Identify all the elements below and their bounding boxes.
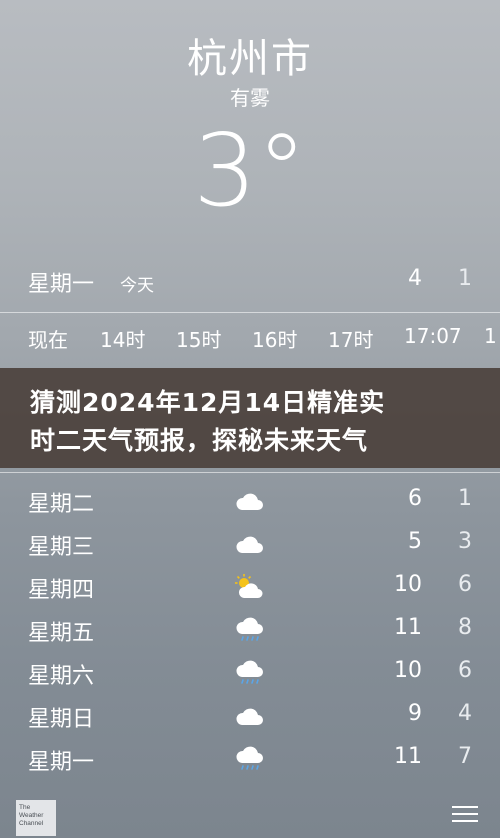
hour-label: 1 bbox=[484, 324, 497, 348]
daily-row: 星期四 10 6 bbox=[0, 564, 500, 607]
logo-text: The bbox=[19, 804, 31, 811]
daily-forecast: 星期二 6 1 星期三 5 3 星期四 10 6 星期五 11 8 星期六 10 6 星期日 9 4 星期一 11 7 bbox=[0, 478, 500, 779]
logo-text: Channel bbox=[19, 820, 44, 827]
daily-high: 11 bbox=[394, 615, 422, 640]
weather-condition: 有雾 bbox=[230, 86, 270, 110]
daily-row: 星期一 11 7 bbox=[0, 736, 500, 779]
daily-row: 星期五 11 8 bbox=[0, 607, 500, 650]
divider-bottom bbox=[0, 472, 500, 473]
hour-label-now: 现在 bbox=[28, 328, 68, 352]
weather-channel-logo[interactable]: The Weather Channel bbox=[16, 800, 56, 836]
daily-low: 3 bbox=[458, 529, 472, 554]
cloud-icon bbox=[234, 531, 266, 557]
daily-high: 6 bbox=[408, 486, 422, 511]
daily-low: 1 bbox=[458, 486, 472, 511]
current-temperature: 3° bbox=[193, 112, 307, 229]
rain-cloud-icon bbox=[234, 746, 266, 772]
daily-high: 9 bbox=[408, 701, 422, 726]
daily-day: 星期三 bbox=[28, 535, 95, 560]
city-name: 杭州市 bbox=[187, 36, 313, 82]
daily-row: 星期六 10 6 bbox=[0, 650, 500, 693]
hour-label: 17:07 bbox=[404, 324, 462, 348]
daily-low: 4 bbox=[458, 701, 472, 726]
daily-high: 11 bbox=[394, 744, 422, 769]
divider-top bbox=[0, 312, 500, 313]
today-row: 星期一 今天 4 1 bbox=[0, 262, 500, 300]
daily-high: 10 bbox=[394, 658, 422, 683]
daily-row: 星期日 9 4 bbox=[0, 693, 500, 736]
list-menu-icon[interactable] bbox=[452, 806, 478, 824]
daily-row: 星期二 6 1 bbox=[0, 478, 500, 521]
today-low: 1 bbox=[458, 266, 472, 291]
today-tag: 今天 bbox=[120, 276, 154, 296]
daily-day: 星期六 bbox=[28, 664, 95, 689]
daily-high: 10 bbox=[394, 572, 422, 597]
today-day: 星期一 bbox=[28, 272, 95, 297]
headline-line-1: 猜测2024年12月14日精准实 bbox=[30, 388, 386, 417]
logo-text: Weather bbox=[19, 812, 44, 819]
daily-high: 5 bbox=[408, 529, 422, 554]
rain-cloud-icon bbox=[234, 660, 266, 686]
headline-line-2: 时二天气预报，探秘未来天气 bbox=[30, 426, 369, 455]
hour-label: 17时 bbox=[328, 328, 374, 352]
headline-banner: 猜测2024年12月14日精准实 时二天气预报，探秘未来天气 bbox=[0, 368, 500, 468]
daily-day: 星期四 bbox=[28, 578, 95, 603]
today-high: 4 bbox=[408, 266, 422, 291]
hour-label: 16时 bbox=[252, 328, 298, 352]
daily-day: 星期日 bbox=[28, 707, 95, 732]
hour-label: 15时 bbox=[176, 328, 222, 352]
rain-cloud-icon bbox=[234, 617, 266, 643]
hour-label: 14时 bbox=[100, 328, 146, 352]
daily-low: 7 bbox=[458, 744, 472, 769]
cloud-icon bbox=[234, 703, 266, 729]
daily-day: 星期一 bbox=[28, 750, 95, 775]
daily-low: 6 bbox=[458, 572, 472, 597]
daily-low: 6 bbox=[458, 658, 472, 683]
partly-sunny-icon bbox=[234, 574, 266, 600]
daily-day: 星期五 bbox=[28, 621, 95, 646]
daily-row: 星期三 5 3 bbox=[0, 521, 500, 564]
hourly-forecast[interactable]: 现在 14时 15时 16时 17时 17:07 1 bbox=[0, 322, 500, 356]
daily-day: 星期二 bbox=[28, 492, 95, 517]
daily-low: 8 bbox=[458, 615, 472, 640]
cloud-icon bbox=[234, 488, 266, 514]
